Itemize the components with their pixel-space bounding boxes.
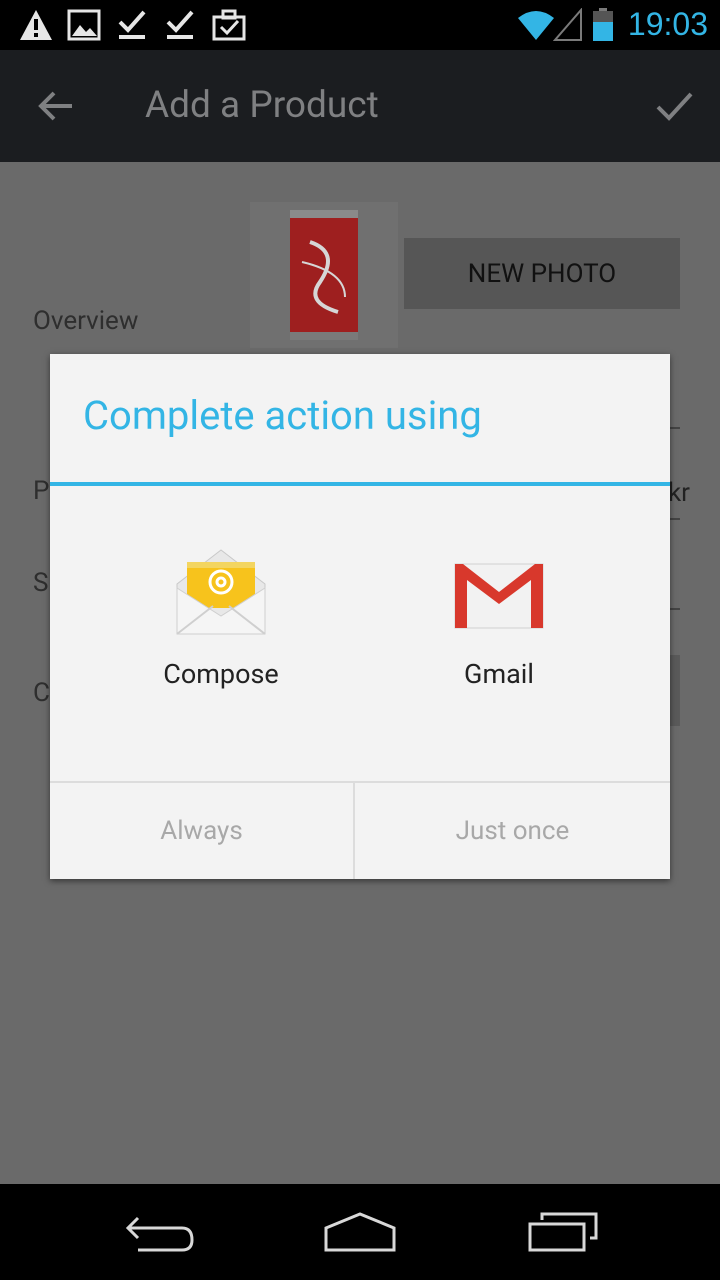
navigation-bar: [0, 1184, 720, 1280]
chooser-dialog: Complete action using Compose Gmail Alwa…: [50, 354, 670, 879]
form-row-label: P: [33, 476, 50, 506]
nav-home-icon[interactable]: [322, 1210, 398, 1258]
form-row-label: S: [33, 568, 49, 598]
download-done-icon: [117, 8, 147, 46]
warning-icon: [18, 8, 54, 46]
checkmark-icon[interactable]: [654, 86, 694, 130]
battery-icon: [592, 8, 614, 46]
action-bar: Add a Product: [0, 50, 720, 162]
dialog-button-bar: Always Just once: [50, 781, 670, 881]
price-currency: kr: [668, 478, 690, 508]
page-title: Add a Product: [145, 84, 379, 127]
title-divider: [50, 482, 670, 486]
app-label: Compose: [163, 658, 279, 690]
overview-label: Overview: [33, 306, 139, 336]
just-once-button[interactable]: Just once: [355, 783, 670, 879]
soda-can-icon: [290, 210, 358, 340]
briefcase-check-icon: [212, 8, 246, 46]
gmail-icon: [399, 544, 599, 644]
back-arrow-icon[interactable]: [36, 86, 76, 130]
clock: 19:03: [627, 6, 708, 42]
always-button[interactable]: Always: [50, 783, 353, 879]
signal-icon: [552, 7, 583, 46]
nav-recents-icon[interactable]: [526, 1210, 600, 1258]
email-compose-icon: [121, 544, 321, 644]
product-photo[interactable]: [250, 202, 398, 348]
wifi-icon: [516, 8, 556, 46]
status-bar: 19:03: [0, 0, 720, 50]
dialog-title: Complete action using: [83, 392, 482, 439]
image-icon: [67, 8, 101, 46]
app-option-compose[interactable]: Compose: [121, 544, 321, 714]
new-photo-button[interactable]: NEW PHOTO: [404, 238, 680, 309]
app-option-gmail[interactable]: Gmail: [399, 544, 599, 714]
app-label: Gmail: [464, 658, 534, 690]
nav-back-icon[interactable]: [122, 1210, 196, 1258]
form-row-label: C: [33, 678, 50, 708]
download-done-icon: [165, 8, 195, 46]
